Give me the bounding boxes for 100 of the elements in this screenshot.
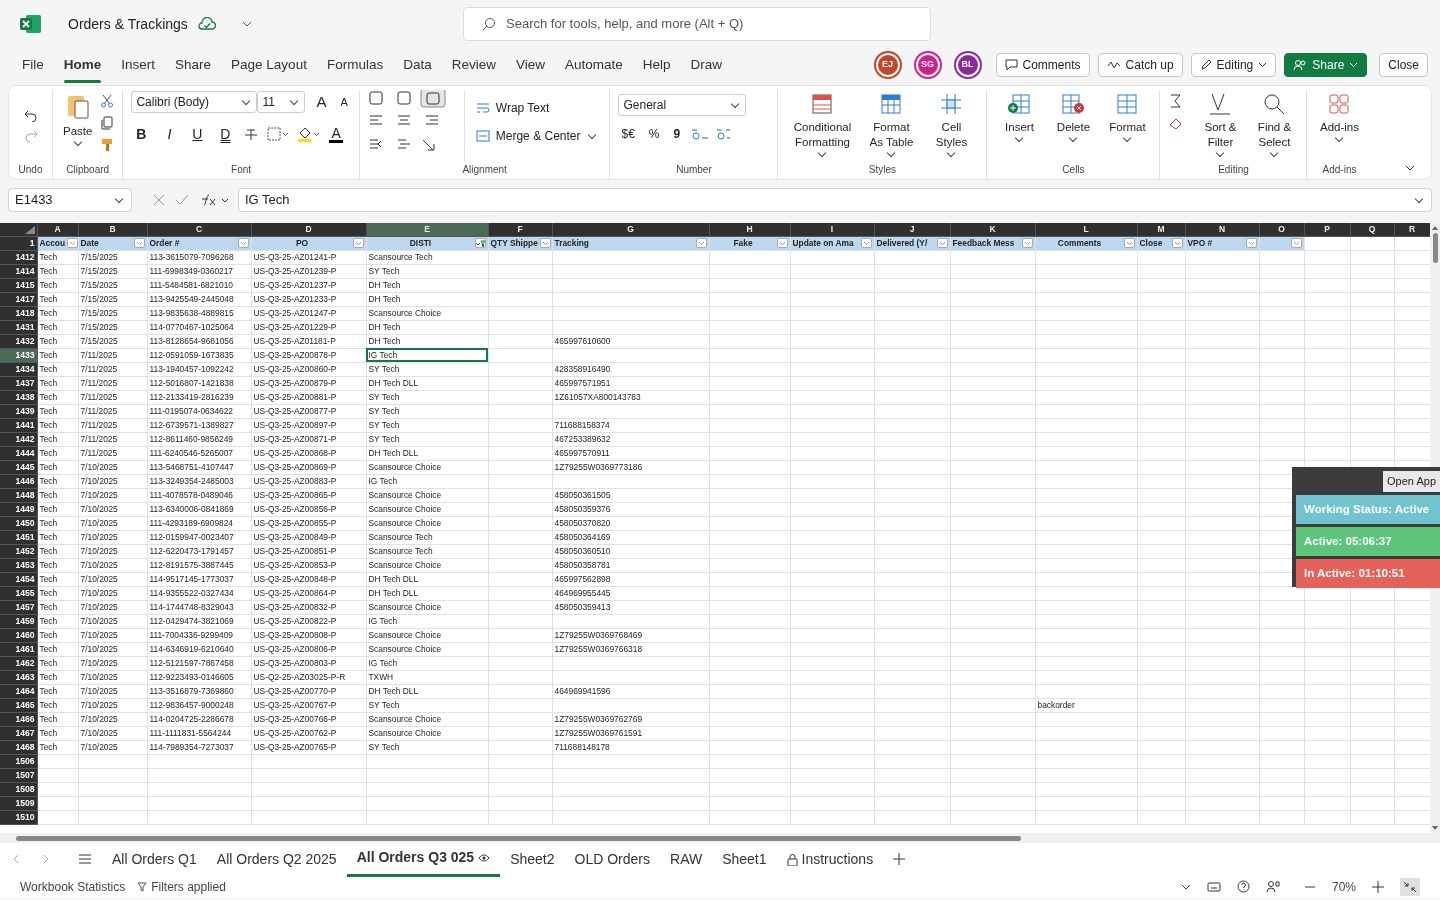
table-cell: Tech <box>37 432 78 447</box>
table-cell: 465997571951 <box>552 376 709 391</box>
table-cell: 7/15/2025 <box>78 320 147 335</box>
table-cell: US-Q3-25-AZ01241-P <box>251 250 366 265</box>
table-cell: Tech <box>37 418 78 433</box>
table-cell: 111-6998349-0360217 <box>147 264 251 279</box>
table-cell: 111-4078578-0489046 <box>147 488 251 503</box>
table-cell: 458050359413 <box>552 600 709 615</box>
group-label: Number <box>675 163 713 177</box>
table-cell: US-Q3-25-AZ00865-P <box>251 488 366 503</box>
table-cell: 112-0591059-1673835 <box>147 348 251 363</box>
table-cell: SY Tech <box>366 362 488 377</box>
table-cell: US-Q3-25-AZ00803-P <box>251 656 366 671</box>
table-cell: 7/11/2025 <box>78 376 147 391</box>
table-cell: 464969955445 <box>552 586 709 601</box>
table-cell: Tech <box>37 642 78 657</box>
table-cell: DH Tech <box>366 334 488 349</box>
table-cell: US-Q3-25-AZ00766-P <box>251 712 366 727</box>
table-cell: 114-7989354-7273037 <box>147 740 251 755</box>
table-cell: Tech <box>37 726 78 741</box>
header-label: Close <box>1139 236 1163 250</box>
inactive-time-bar: In Active: 01:10:51 <box>1296 559 1440 589</box>
table-cell: Scansource Choice <box>366 628 488 643</box>
table-cell: SY Tech <box>366 404 488 419</box>
table-cell: 114-0770467-1025064 <box>147 320 251 335</box>
table-cell: 7/11/2025 <box>78 362 147 377</box>
table-cell: 113-6340006-0841869 <box>147 502 251 517</box>
group-label: Styles <box>867 163 898 177</box>
table-cell: US-Q3-25-AZ00869-P <box>251 460 366 475</box>
table-cell: US-Q2-25-AZ03025-P-R <box>251 670 366 685</box>
table-cell: Tech <box>37 712 78 727</box>
table-cell: DH Tech <box>366 292 488 307</box>
table-cell: 7/10/2025 <box>78 726 147 741</box>
table-cell: Tech <box>37 306 78 321</box>
filters-status: Filters applied <box>151 878 226 896</box>
table-cell: US-Q3-25-AZ00849-P <box>251 530 366 545</box>
document-title: Orders & Trackings <box>68 14 188 34</box>
table-cell: 7/10/2025 <box>78 740 147 755</box>
table-cell: Scansource Choice <box>366 306 488 321</box>
active-time-bar: Active: 05:06:37 <box>1296 526 1440 556</box>
table-cell: Tech <box>37 516 78 531</box>
table-cell: Tech <box>37 628 78 643</box>
table-cell: US-Q3-25-AZ00868-P <box>251 446 366 461</box>
table-cell: 7/15/2025 <box>78 334 147 349</box>
table-cell: SY Tech <box>366 740 488 755</box>
table-cell: Scansource Choice <box>366 712 488 727</box>
table-cell: IG Tech <box>366 614 488 629</box>
table-cell: 112-0429474-3821069 <box>147 614 251 629</box>
table-cell: DH Tech <box>366 320 488 335</box>
table-cell: 711688158374 <box>552 418 709 433</box>
table-cell: 7/10/2025 <box>78 642 147 657</box>
table-cell: 7/11/2025 <box>78 348 147 363</box>
table-cell: 428358916490 <box>552 362 709 377</box>
table-cell: 111-6240546-5265007 <box>147 446 251 461</box>
table-cell: 7/10/2025 <box>78 684 147 699</box>
table-cell: Scansource Tech <box>366 544 488 559</box>
table-cell: 114-0204725-2286678 <box>147 712 251 727</box>
table-cell: 113-8128654-9681056 <box>147 334 251 349</box>
table-cell: 7/15/2025 <box>78 306 147 321</box>
table-cell: US-Q3-25-AZ00832-P <box>251 600 366 615</box>
table-cell: Tech <box>37 572 78 587</box>
table-cell: Tech <box>37 740 78 755</box>
table-cell: 112-0159947-0023407 <box>147 530 251 545</box>
table-cell: 7/15/2025 <box>78 264 147 279</box>
table-cell: US-Q3-25-AZ00770-P <box>251 684 366 699</box>
table-cell: 113-3249354-2485003 <box>147 474 251 489</box>
table-cell: SY Tech <box>366 264 488 279</box>
table-cell: 458050364169 <box>552 530 709 545</box>
table-cell: 458050361505 <box>552 488 709 503</box>
table-cell: US-Q3-25-AZ01233-P <box>251 292 366 307</box>
table-cell: DH Tech DLL <box>366 572 488 587</box>
table-cell: Scansource Choice <box>366 516 488 531</box>
table-cell: 111-0195074-0634622 <box>147 404 251 419</box>
table-cell: 7/10/2025 <box>78 544 147 559</box>
table-cell: US-Q3-25-AZ00864-P <box>251 586 366 601</box>
table-cell: 711688148178 <box>552 740 709 755</box>
table-cell: Scansource Tech <box>366 530 488 545</box>
table-cell: US-Q3-25-AZ01181-P <box>251 334 366 349</box>
table-cell: 112-2133419-2816239 <box>147 390 251 405</box>
table-cell: US-Q3-25-AZ00767-P <box>251 698 366 713</box>
header-label: DISTI <box>408 236 433 250</box>
table-cell: 113-9835638-4889815 <box>147 306 251 321</box>
table-cell: 112-6739571-1389827 <box>147 418 251 433</box>
table-cell: 458050360510 <box>552 544 709 559</box>
header-label: Comments <box>1056 236 1103 250</box>
table-cell: US-Q3-25-AZ00848-P <box>251 572 366 587</box>
table-cell: 7/15/2025 <box>78 292 147 307</box>
table-cell: 112-9836457-9000248 <box>147 698 251 713</box>
table-cell: SY Tech <box>366 390 488 405</box>
table-cell: Tech <box>37 614 78 629</box>
group-label: Alignment <box>461 163 508 177</box>
table-cell: US-Q3-25-AZ00822-P <box>251 614 366 629</box>
table-cell: US-Q3-25-AZ01237-P <box>251 278 366 293</box>
table-cell: Scansource Choice <box>366 600 488 615</box>
table-cell: Tech <box>37 460 78 475</box>
table-cell: 7/10/2025 <box>78 558 147 573</box>
table-cell: 114-1744748-8329043 <box>147 600 251 615</box>
table-cell: 458050358781 <box>552 558 709 573</box>
table-cell: 7/10/2025 <box>78 474 147 489</box>
table-cell: 113-5468751-4107447 <box>147 460 251 475</box>
